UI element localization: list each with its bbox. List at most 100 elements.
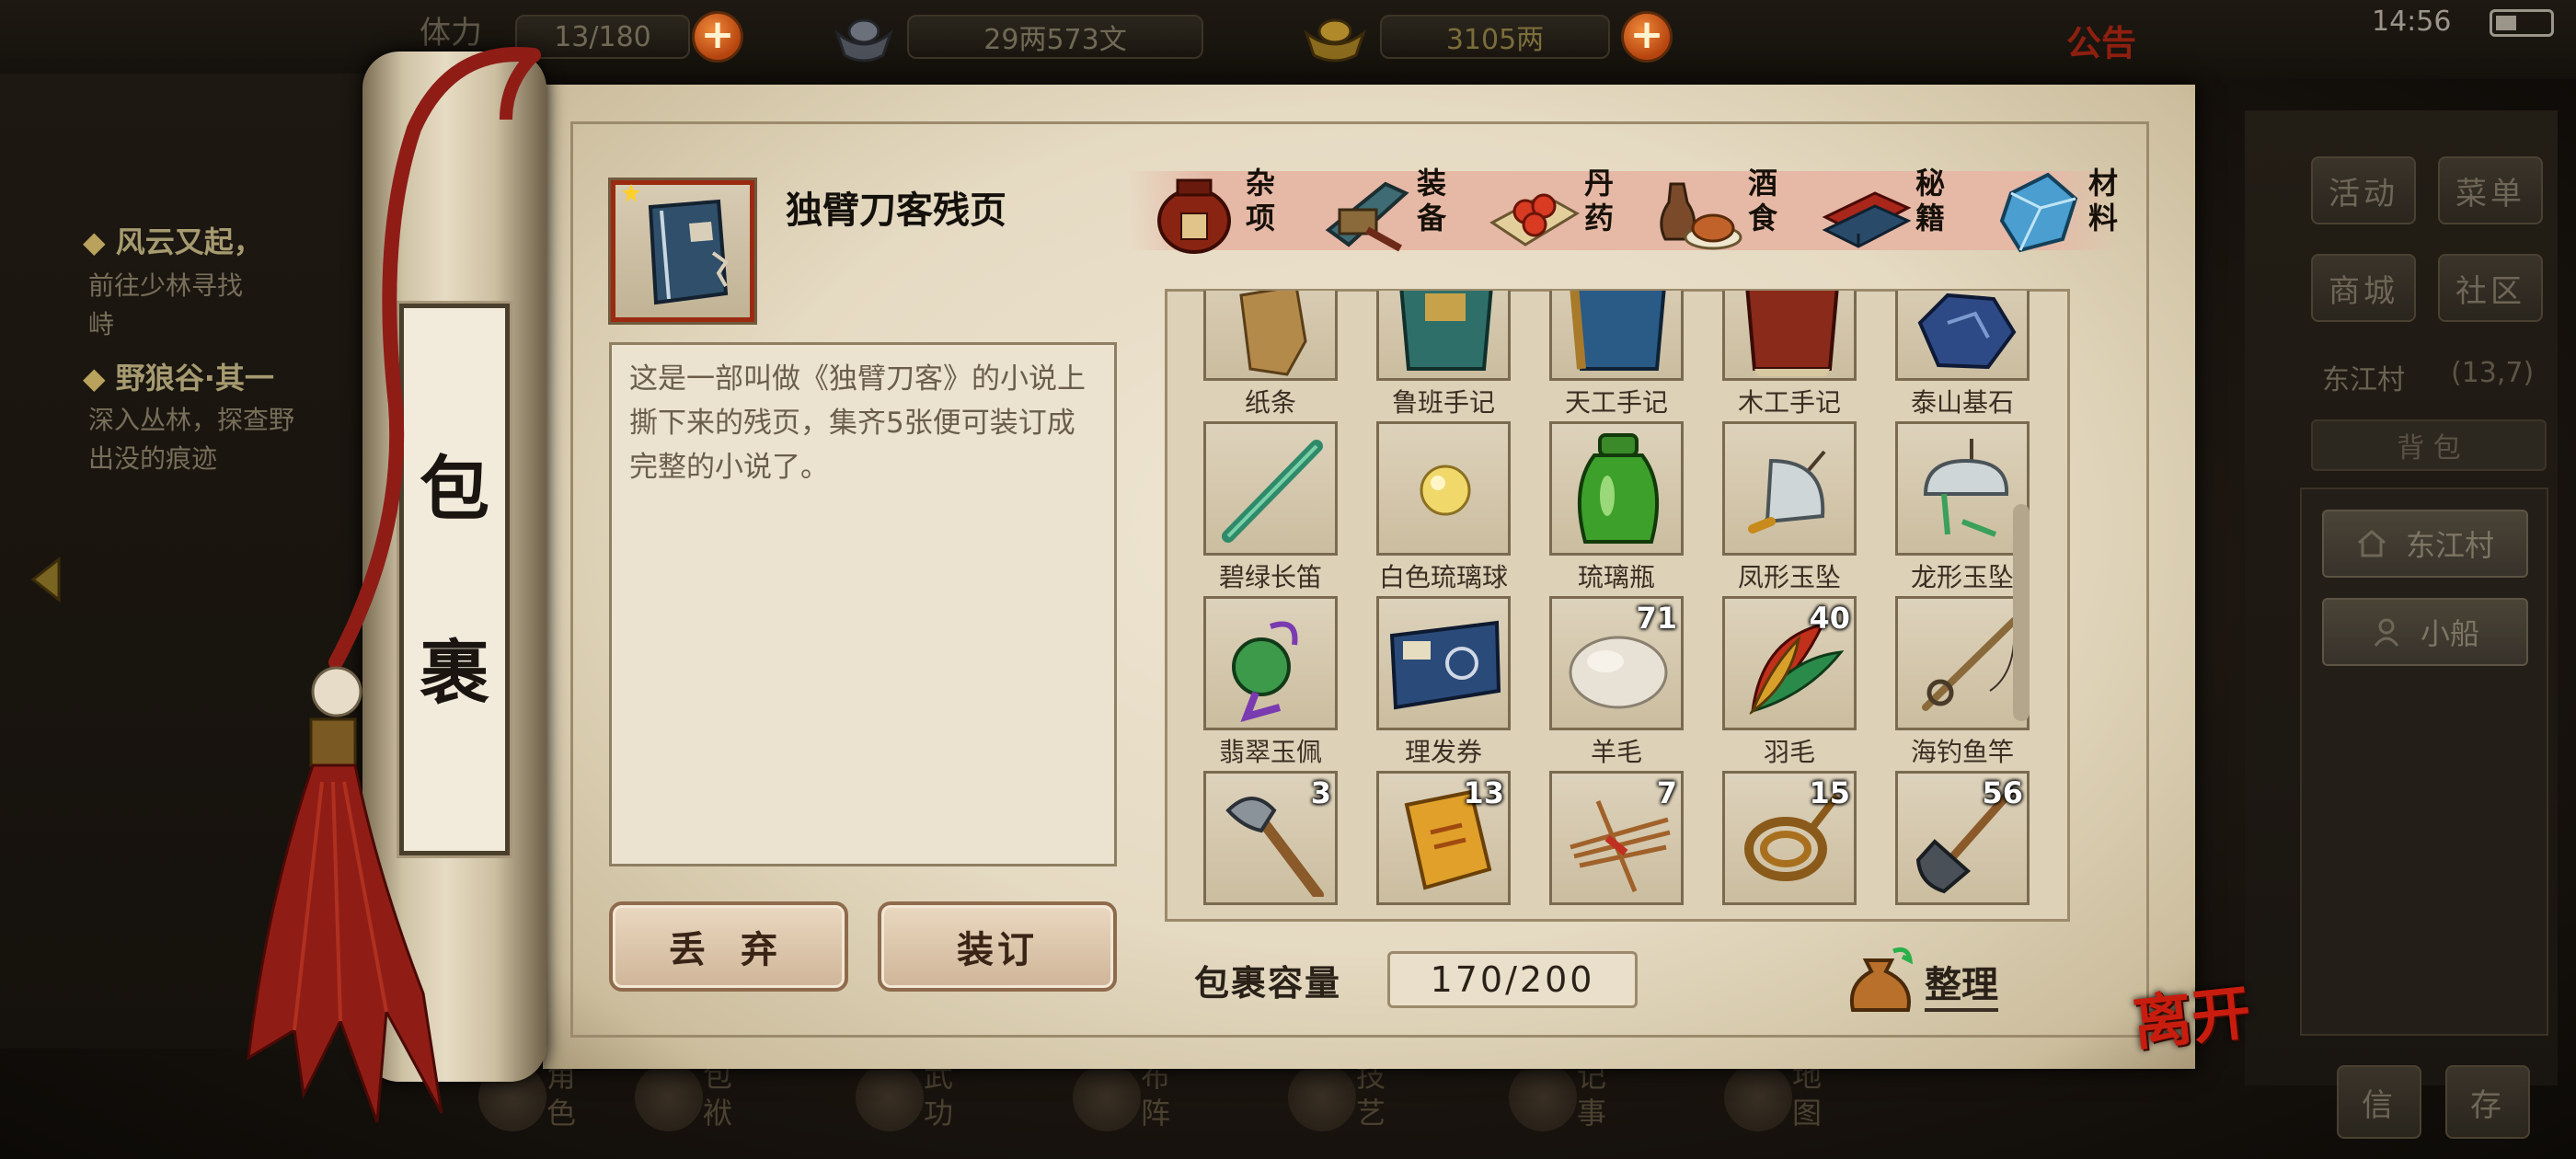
gold-value: 3105两: [1380, 15, 1610, 59]
shop-button[interactable]: 商城: [2311, 254, 2416, 322]
announcement-button[interactable]: 公告: [2066, 15, 2136, 65]
tab-wine-food[interactable]: 酒食: [1652, 162, 1790, 263]
item-grid-scrollbar[interactable]: [2013, 504, 2030, 721]
item-slot[interactable]: 3: [1203, 771, 1338, 905]
item-slot[interactable]: 7: [1549, 771, 1684, 905]
jar-icon: [1157, 178, 1231, 254]
wine-food-icon: [1660, 182, 1742, 250]
bag-hint-button[interactable]: 背 包: [2311, 419, 2547, 471]
item-name: 木工手记: [1737, 387, 1841, 418]
equipment-icon: [1325, 181, 1409, 252]
person-icon: [2374, 618, 2399, 647]
item-slot[interactable]: [1203, 291, 1338, 381]
item-quantity: 7: [1656, 775, 1677, 810]
nav-label: 地图: [1792, 1059, 1823, 1130]
item-slot[interactable]: [1722, 291, 1857, 381]
clock-time: 14:56: [2372, 6, 2452, 38]
item-name: 碧绿长笛: [1218, 562, 1322, 592]
green-bottle-icon: [1577, 433, 1660, 544]
place-button-village[interactable]: 东江村: [2322, 510, 2528, 578]
tab-manuals[interactable]: 秘籍: [1820, 162, 1958, 263]
fishing-rod-icon: [1922, 617, 2018, 711]
tab-misc[interactable]: 杂项: [1150, 162, 1288, 263]
flute-icon: [1222, 440, 1323, 543]
current-coords: (13,7): [2451, 357, 2535, 389]
books-icon: [1822, 191, 1912, 248]
nav-bag[interactable]: 包袱: [635, 1058, 745, 1159]
item-name: 翡翠玉佩: [1218, 737, 1322, 767]
item-slot[interactable]: [1549, 421, 1684, 556]
silver-value: 29两573文: [907, 15, 1203, 59]
crystal-icon: [1999, 172, 2078, 253]
nav-label: 布阵: [1141, 1059, 1171, 1130]
mail-button[interactable]: 信: [2337, 1065, 2421, 1139]
skills-icon: [1288, 1063, 1356, 1131]
torn-book-icon: [648, 199, 729, 305]
item-quantity: 40: [1809, 601, 1850, 636]
nav-skills[interactable]: 技艺: [1288, 1058, 1398, 1159]
wool-icon: [1569, 636, 1668, 709]
selected-item-slot: [608, 178, 757, 325]
nav-map[interactable]: 地图: [1724, 1058, 1834, 1159]
gold-ingot-icon: [1304, 18, 1366, 63]
menu-button[interactable]: 菜单: [2438, 156, 2543, 224]
add-gold-button[interactable]: +: [1621, 11, 1673, 63]
nav-formation[interactable]: 布阵: [1073, 1058, 1183, 1159]
tab-label: 丹药: [1584, 166, 1615, 235]
item-slot[interactable]: 40: [1722, 596, 1857, 730]
item-slot[interactable]: [1895, 291, 2030, 381]
item-slot[interactable]: [1895, 596, 2030, 730]
item-slot[interactable]: 15: [1722, 771, 1857, 905]
nav-martial[interactable]: 武功: [856, 1058, 966, 1159]
tab-label: 杂项: [1246, 166, 1276, 235]
yin-yang-icon: [1073, 1063, 1141, 1131]
item-slot[interactable]: [1722, 421, 1857, 556]
item-slot[interactable]: 56: [1895, 771, 2030, 905]
bind-button[interactable]: 装订: [878, 901, 1117, 992]
nav-journal[interactable]: 记事: [1509, 1058, 1619, 1159]
silver-ingot-icon: [834, 18, 894, 63]
item-slot[interactable]: [1376, 596, 1511, 730]
glass-ball-icon: [1420, 465, 1471, 516]
item-slot[interactable]: [1895, 421, 2030, 556]
discard-button[interactable]: 丢 弃: [609, 901, 848, 992]
tab-equipment[interactable]: 装备: [1321, 162, 1459, 263]
battery-icon: [2490, 9, 2554, 37]
place-button-boat[interactable]: 小船: [2322, 598, 2528, 666]
tab-label: 材料: [2088, 166, 2119, 235]
tab-label: 酒食: [1748, 166, 1778, 235]
tab-materials[interactable]: 材料: [1993, 162, 2131, 263]
item-quantity: 71: [1636, 601, 1677, 636]
stone-icon: [1917, 293, 2017, 370]
game-screen: { "topbar": { "stamina_label": "体力", "st…: [0, 0, 2576, 1159]
item-slot[interactable]: [1376, 291, 1511, 381]
community-button[interactable]: 社区: [2438, 254, 2543, 322]
sort-button[interactable]: 整理: [1844, 942, 2064, 1019]
item-name: 羽毛: [1763, 737, 1815, 767]
item-quantity: 15: [1809, 775, 1850, 810]
nav-label: 技艺: [1356, 1059, 1386, 1130]
item-quantity: 3: [1310, 775, 1331, 810]
place-label: 小船: [2420, 616, 2479, 651]
add-stamina-button[interactable]: +: [692, 11, 743, 63]
item-slot[interactable]: [1203, 596, 1338, 730]
nav-label: 包袱: [703, 1059, 733, 1130]
journal-icon: [1509, 1063, 1577, 1131]
activity-button[interactable]: 活动: [2311, 156, 2416, 224]
item-slot[interactable]: 71: [1549, 596, 1684, 730]
item-slot[interactable]: [1549, 291, 1684, 381]
save-button[interactable]: 存: [2445, 1065, 2530, 1139]
item-slot[interactable]: [1203, 421, 1338, 556]
paper-strip-icon: [1239, 291, 1307, 376]
collapse-arrow-icon[interactable]: [24, 552, 70, 607]
phoenix-pendant-icon: [1748, 450, 1826, 534]
ticket-icon: [1389, 620, 1501, 710]
tab-label: 秘籍: [1915, 166, 1946, 235]
tab-label: 装备: [1417, 166, 1447, 235]
diamond-icon: ◆: [83, 361, 106, 396]
leave-button[interactable]: 离开: [2129, 966, 2255, 1062]
notebook-icon: [1745, 291, 1839, 376]
tab-pills[interactable]: 丹药: [1489, 162, 1627, 263]
item-slot[interactable]: 13: [1376, 771, 1511, 905]
item-slot[interactable]: [1376, 421, 1511, 556]
